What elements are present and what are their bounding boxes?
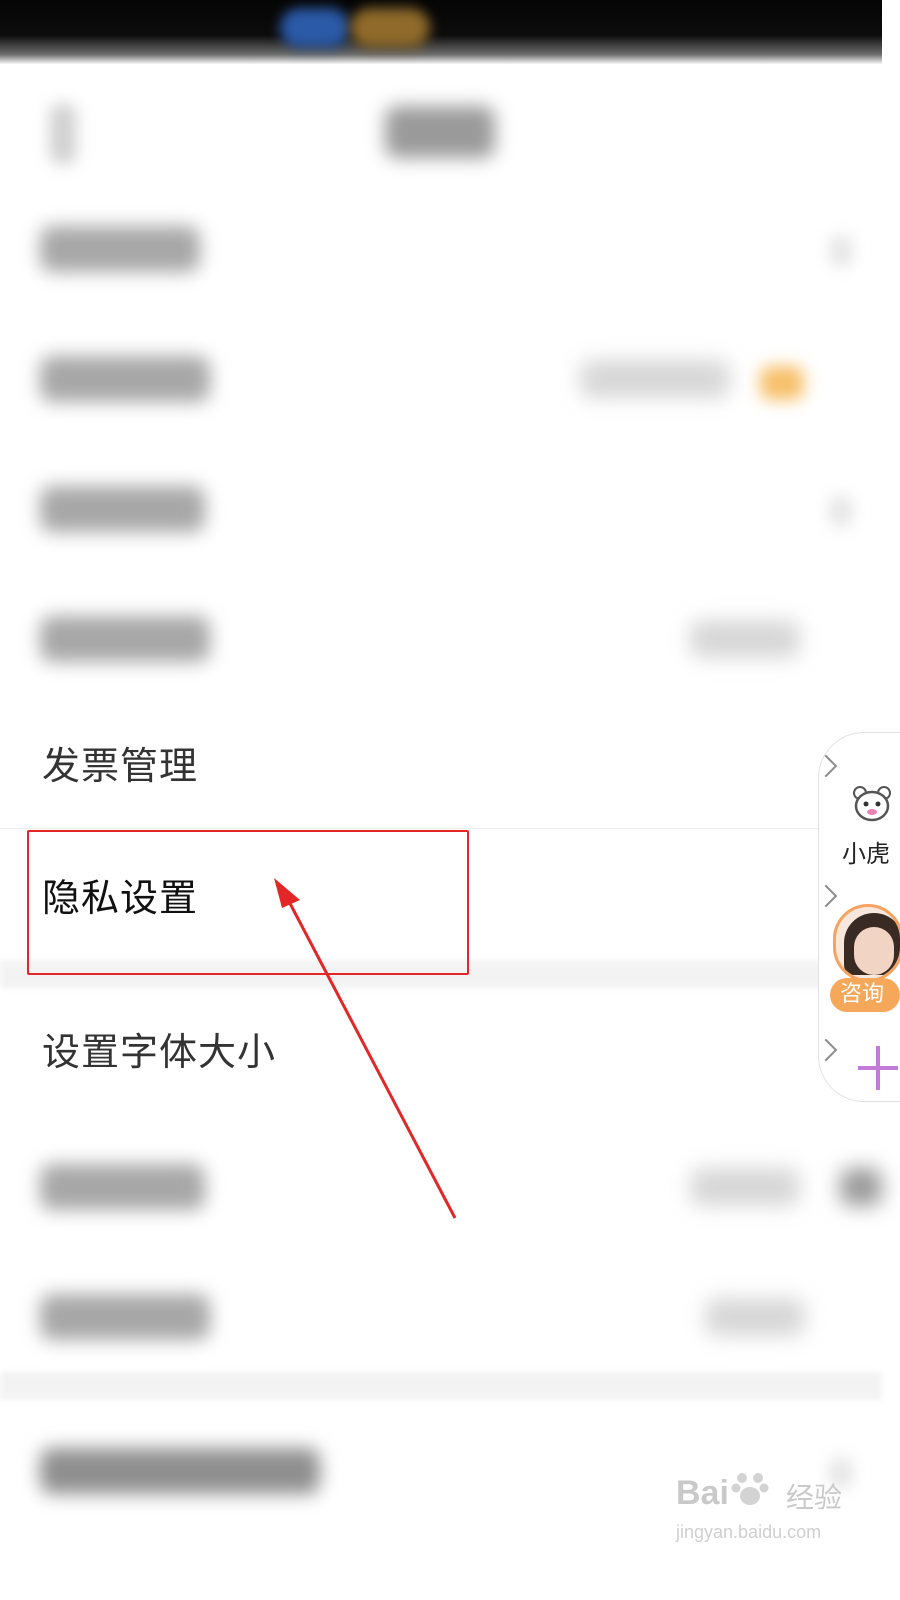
page-title: [385, 106, 495, 158]
blurred-label: [40, 356, 210, 402]
highlight-box: [27, 830, 469, 975]
blurred-label: [40, 1164, 205, 1210]
chevron-right-icon: [830, 496, 852, 526]
watermark-brand-suffix: 经验: [786, 1481, 843, 1514]
section-gap: [0, 1372, 882, 1400]
bear-mascot-icon[interactable]: [852, 784, 892, 824]
blurred-value: [705, 1298, 805, 1336]
invoice-management-label: 发票管理: [42, 744, 199, 788]
blurred-value: [840, 1168, 882, 1206]
font-size-label: 设置字体大小: [42, 1030, 277, 1074]
paw-icon: [731, 1473, 769, 1505]
settings-row-blurred[interactable]: [0, 580, 882, 690]
settings-row-blurred[interactable]: [0, 1128, 882, 1238]
status-bar-glow: [350, 8, 430, 48]
avatar-face: [854, 927, 894, 975]
blurred-label: [40, 486, 205, 532]
settings-row-blurred[interactable]: [0, 1258, 882, 1368]
baidu-watermark: Bai 经验 jingyan.baidu.com: [676, 1473, 846, 1560]
plus-icon[interactable]: [858, 1046, 898, 1090]
settings-row-invoice[interactable]: 发票管理: [0, 712, 882, 822]
status-bar: [0, 0, 882, 64]
assistant-label[interactable]: 小虎: [842, 834, 890, 869]
blurred-value: [690, 1168, 800, 1206]
blurred-badge: [760, 366, 804, 400]
settings-row-blurred[interactable]: [0, 190, 882, 300]
chevron-right-icon: [830, 236, 852, 266]
blurred-label: [40, 616, 210, 662]
blurred-label: [40, 1294, 210, 1340]
divider: [0, 828, 882, 829]
back-icon[interactable]: [50, 104, 76, 164]
blurred-value: [690, 620, 800, 658]
blurred-label: [40, 226, 200, 272]
settings-row-blurred[interactable]: [0, 450, 882, 560]
settings-row-font-size[interactable]: 设置字体大小: [0, 998, 882, 1108]
settings-row-blurred[interactable]: [0, 320, 882, 430]
consult-badge[interactable]: 咨询: [830, 978, 900, 1012]
watermark-brand: Bai: [676, 1474, 729, 1512]
consultant-avatar[interactable]: [833, 904, 900, 982]
watermark-url: jingyan.baidu.com: [676, 1522, 822, 1542]
blurred-value: [580, 360, 730, 398]
header: [0, 64, 882, 194]
status-bar-glow: [280, 8, 350, 48]
blurred-label: [40, 1448, 320, 1494]
